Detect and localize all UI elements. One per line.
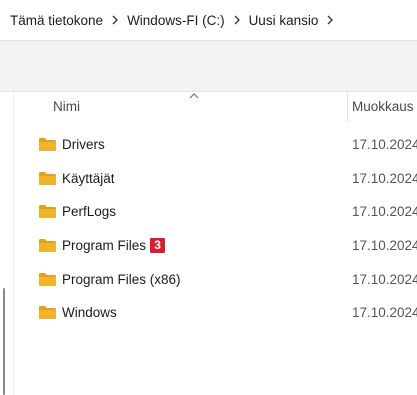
file-name: Program Files (x86) bbox=[62, 272, 181, 287]
list-item[interactable]: Drivers 17.10.2024 bbox=[15, 129, 417, 161]
chevron-right-icon[interactable] bbox=[105, 13, 125, 27]
list-item[interactable]: Käyttäjät 17.10.2024 bbox=[15, 163, 417, 195]
file-date: 17.10.2024 bbox=[352, 305, 417, 320]
column-divider[interactable] bbox=[347, 92, 348, 122]
column-header-date-modified[interactable]: Muokkaus bbox=[352, 99, 414, 114]
folder-icon bbox=[39, 138, 56, 151]
file-date: 17.10.2024 bbox=[352, 238, 417, 253]
address-bar[interactable]: Tämä tietokone Windows-FI (C:) Uusi kans… bbox=[0, 0, 417, 40]
command-bar bbox=[0, 40, 417, 92]
file-name: PerfLogs bbox=[62, 204, 117, 219]
navigation-scrollbar[interactable] bbox=[3, 288, 5, 395]
file-name: Program Files bbox=[62, 238, 147, 253]
folder-icon bbox=[39, 273, 56, 286]
breadcrumb-this-pc[interactable]: Tämä tietokone bbox=[8, 13, 105, 28]
column-header-row: Nimi Muokkaus bbox=[15, 92, 417, 122]
navigation-pane-edge bbox=[0, 92, 14, 395]
file-name-with-badge: Program Files 3 bbox=[62, 238, 166, 253]
list-item[interactable]: Program Files 3 17.10.2024 bbox=[15, 230, 417, 262]
sort-up-icon bbox=[189, 93, 199, 99]
file-name: Käyttäjät bbox=[62, 171, 115, 186]
breadcrumb-new-folder[interactable]: Uusi kansio bbox=[247, 13, 321, 28]
file-date: 17.10.2024 bbox=[352, 204, 417, 219]
folder-icon bbox=[39, 239, 56, 252]
file-list-area: Nimi Muokkaus Drivers 17.10.2024 Käyttäj… bbox=[0, 92, 417, 395]
file-date: 17.10.2024 bbox=[352, 137, 417, 152]
folder-icon bbox=[39, 172, 56, 185]
folder-icon bbox=[39, 205, 56, 218]
file-name: Drivers bbox=[62, 137, 105, 152]
breadcrumb-drive-c[interactable]: Windows-FI (C:) bbox=[125, 13, 227, 28]
list-item[interactable]: Program Files (x86) 17.10.2024 bbox=[15, 264, 417, 296]
folder-icon bbox=[39, 306, 56, 319]
file-name: Windows bbox=[62, 305, 117, 320]
list-item[interactable]: Windows 17.10.2024 bbox=[15, 297, 417, 329]
file-date: 17.10.2024 bbox=[352, 272, 417, 287]
file-date: 17.10.2024 bbox=[352, 171, 417, 186]
column-header-name[interactable]: Nimi bbox=[53, 99, 80, 114]
chevron-right-icon[interactable] bbox=[320, 13, 340, 27]
chevron-right-icon[interactable] bbox=[227, 13, 247, 27]
callout-badge: 3 bbox=[150, 238, 166, 253]
list-item[interactable]: PerfLogs 17.10.2024 bbox=[15, 196, 417, 228]
